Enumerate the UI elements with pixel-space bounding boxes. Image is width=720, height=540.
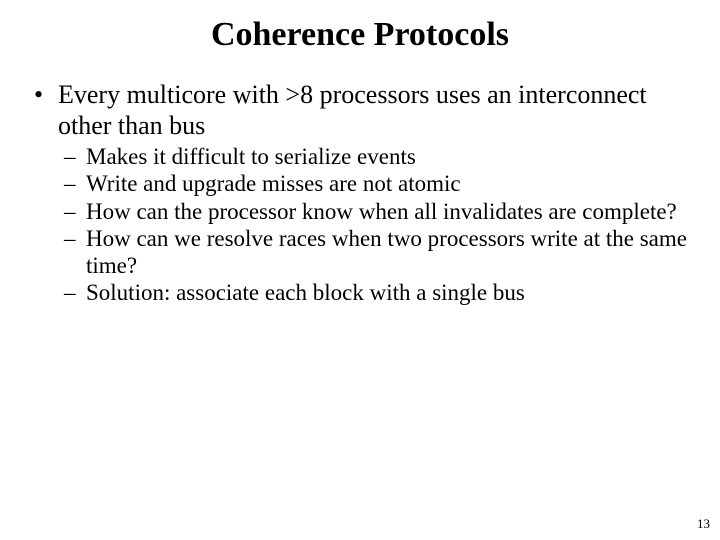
main-bullet-item: Every multicore with >8 processors uses … [28,80,692,306]
slide-title: Coherence Protocols [28,16,692,54]
sub-bullet-item: How can we resolve races when two proces… [58,225,692,279]
sub-bullet-text: Write and upgrade misses are not atomic [86,171,461,196]
sub-bullet-text: Solution: associate each block with a si… [86,280,525,305]
sub-bullet-item: Write and upgrade misses are not atomic [58,170,692,197]
sub-bullet-text: How can we resolve races when two proces… [86,226,687,278]
sub-bullet-item: How can the processor know when all inva… [58,198,692,225]
page-number: 13 [697,516,710,532]
sub-bullet-item: Solution: associate each block with a si… [58,279,692,306]
sub-bullet-list: Makes it difficult to serialize events W… [58,143,692,306]
main-bullet-text: Every multicore with >8 processors uses … [58,80,647,140]
sub-bullet-text: How can the processor know when all inva… [86,199,677,224]
sub-bullet-text: Makes it difficult to serialize events [86,144,416,169]
sub-bullet-item: Makes it difficult to serialize events [58,143,692,170]
slide: Coherence Protocols Every multicore with… [0,0,720,540]
main-bullet-list: Every multicore with >8 processors uses … [28,80,692,306]
